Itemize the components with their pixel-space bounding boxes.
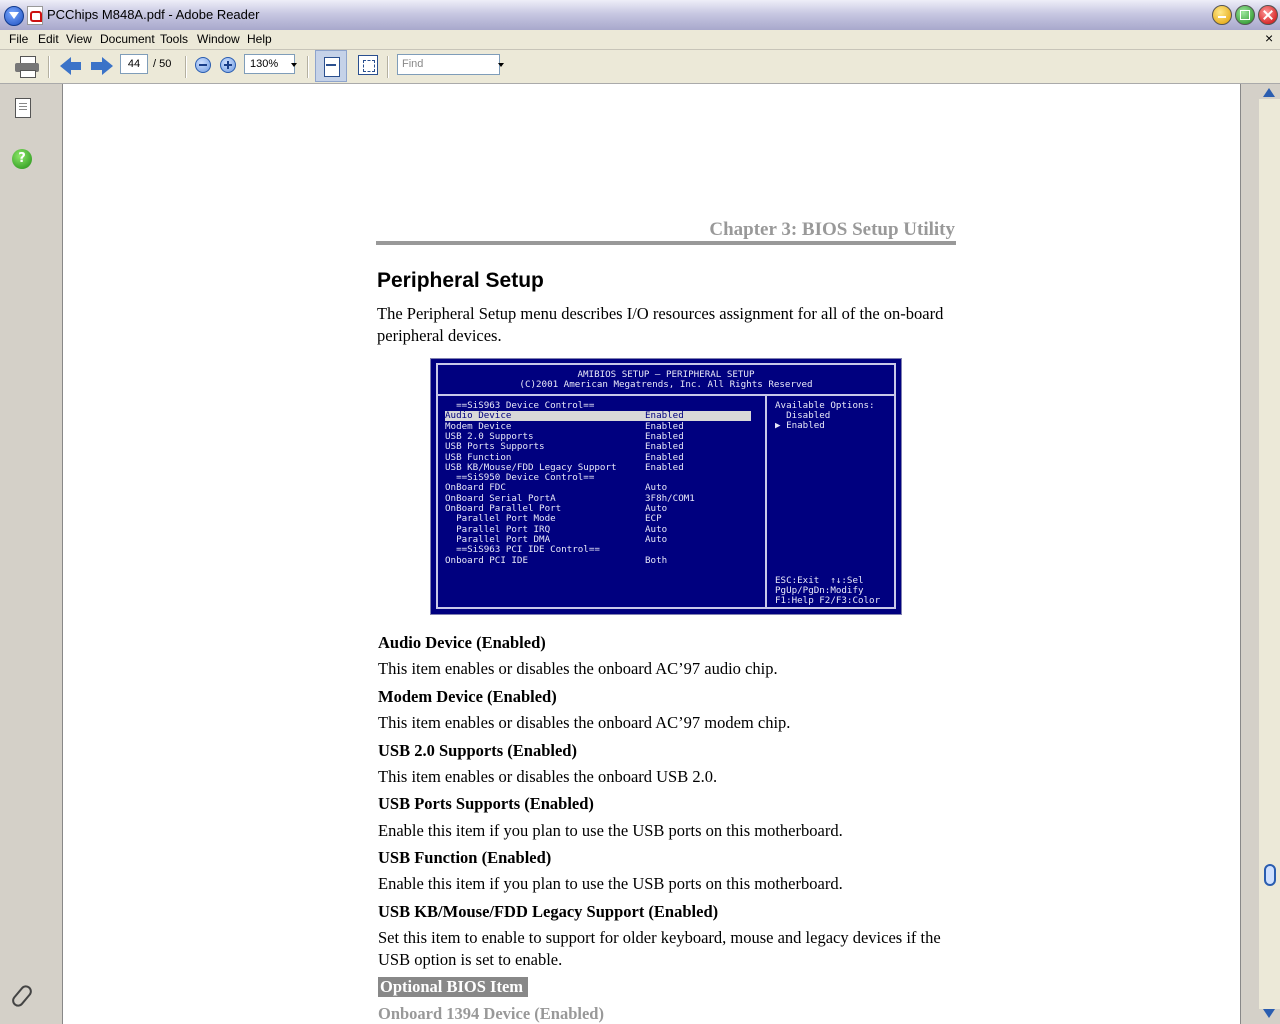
next-page-icon[interactable]: [91, 56, 113, 76]
toolbar-separator: [48, 56, 50, 78]
title-bar: PCChips M848A.pdf - Adobe Reader: [0, 0, 1280, 31]
section-title: Peripheral Setup: [377, 269, 544, 292]
optional-bios-item-badge: Optional BIOS Item: [378, 977, 529, 997]
zoom-level-input[interactable]: 130%: [244, 54, 295, 74]
item-description: Set this item to enable to support for o…: [378, 928, 941, 969]
fit-window-button[interactable]: [358, 55, 378, 75]
app-menu-icon[interactable]: [4, 6, 24, 26]
item-heading: USB Ports Supports (Enabled): [378, 794, 594, 813]
toolbar: [0, 50, 1280, 84]
toolbar-separator: [307, 56, 309, 78]
bios-help-line: F1:Help F2/F3:Color: [775, 595, 881, 606]
toolbar-separator: [387, 56, 389, 78]
item-description: This item enables or disables the onboar…: [378, 767, 718, 786]
item-description: This item enables or disables the onboar…: [378, 659, 778, 678]
print-icon[interactable]: [15, 56, 39, 78]
item-description: This item enables or disables the onboar…: [378, 713, 791, 732]
item-description: Enable this item if you plan to use the …: [378, 821, 843, 840]
bios-setting-value: Both: [645, 554, 668, 566]
bios-title-line2: (C)2001 American Megatrends, Inc. All Ri…: [519, 379, 813, 390]
bios-vertical-divider: [765, 396, 767, 609]
menu-bar: File Edit View Document Tools Window Hel…: [0, 30, 1280, 50]
zoom-out-icon[interactable]: [195, 57, 211, 73]
item-heading: USB KB/Mouse/FDD Legacy Support (Enabled…: [378, 902, 719, 921]
menu-help[interactable]: Help: [247, 32, 272, 46]
item-description: Enable this item if you plan to use the …: [378, 874, 843, 893]
menu-edit[interactable]: Edit: [38, 32, 59, 46]
bios-setting-value: ECP: [645, 513, 662, 525]
minimize-button[interactable]: [1212, 5, 1232, 25]
find-input[interactable]: Find: [397, 54, 500, 75]
window-title: PCChips M848A.pdf - Adobe Reader: [47, 7, 260, 22]
pdf-file-icon: [27, 6, 43, 25]
bios-setting-label: Onboard PCI IDE: [445, 554, 528, 566]
menu-window[interactable]: Window: [197, 32, 240, 46]
bios-divider: [438, 394, 894, 396]
pdf-page: Chapter 3: BIOS Setup Utility Peripheral…: [63, 84, 1240, 1024]
item-heading: Modem Device (Enabled): [378, 687, 557, 706]
bios-setting-row: Onboard PCI IDE Both: [445, 554, 755, 566]
fit-page-button[interactable]: [315, 50, 347, 82]
document-view[interactable]: Chapter 3: BIOS Setup Utility Peripheral…: [63, 84, 1240, 1024]
bios-setting-value: Auto: [645, 533, 668, 545]
zoom-in-icon[interactable]: [220, 57, 236, 73]
menu-tools[interactable]: Tools: [160, 32, 188, 46]
item-heading: USB 2.0 Supports (Enabled): [378, 741, 577, 760]
chapter-rule: [376, 241, 956, 245]
bios-screenshot: AMIBIOS SETUP – PERIPHERAL SETUP (C)2001…: [430, 358, 902, 615]
item-heading: USB Function (Enabled): [378, 848, 552, 867]
zoom-dropdown-icon[interactable]: [291, 63, 297, 67]
scroll-thumb[interactable]: [1264, 864, 1276, 886]
item-heading: Audio Device (Enabled): [378, 633, 546, 652]
find-dropdown-icon[interactable]: [498, 63, 504, 67]
close-button[interactable]: [1258, 5, 1278, 25]
bios-title: AMIBIOS SETUP – PERIPHERAL SETUP (C)2001…: [438, 370, 894, 390]
help-icon[interactable]: ?: [12, 149, 32, 169]
bios-setting-value: Enabled: [645, 451, 684, 463]
close-document-icon[interactable]: ×: [1265, 30, 1273, 46]
bios-setting-value: Auto: [645, 482, 668, 494]
previous-page-icon[interactable]: [60, 56, 82, 76]
scroll-down-icon[interactable]: [1263, 1009, 1275, 1018]
attachment-icon[interactable]: [12, 984, 30, 1006]
page-number-input[interactable]: 44: [120, 54, 148, 74]
vertical-scrollbar[interactable]: [1240, 84, 1280, 1024]
bios-option-enabled: ▶ Enabled: [775, 420, 825, 431]
menu-view[interactable]: View: [66, 32, 92, 46]
navigation-panel: ?: [0, 84, 63, 1024]
restore-button[interactable]: [1235, 5, 1255, 25]
item-heading: Onboard 1394 Device (Enabled): [378, 1004, 604, 1023]
chapter-header: Chapter 3: BIOS Setup Utility: [709, 219, 955, 240]
toolbar-separator: [185, 56, 187, 78]
bios-setting-value: Enabled: [645, 461, 684, 473]
scroll-up-icon[interactable]: [1263, 88, 1275, 97]
intro-paragraph: The Peripheral Setup menu describes I/O …: [377, 304, 944, 345]
page-total: / 50: [153, 58, 172, 70]
bios-setting-value: Enabled: [645, 441, 684, 453]
bios-setting-value: Enabled: [645, 410, 684, 422]
menu-document[interactable]: Document: [100, 32, 155, 46]
menu-file[interactable]: File: [9, 32, 28, 46]
pages-icon[interactable]: [15, 98, 31, 118]
